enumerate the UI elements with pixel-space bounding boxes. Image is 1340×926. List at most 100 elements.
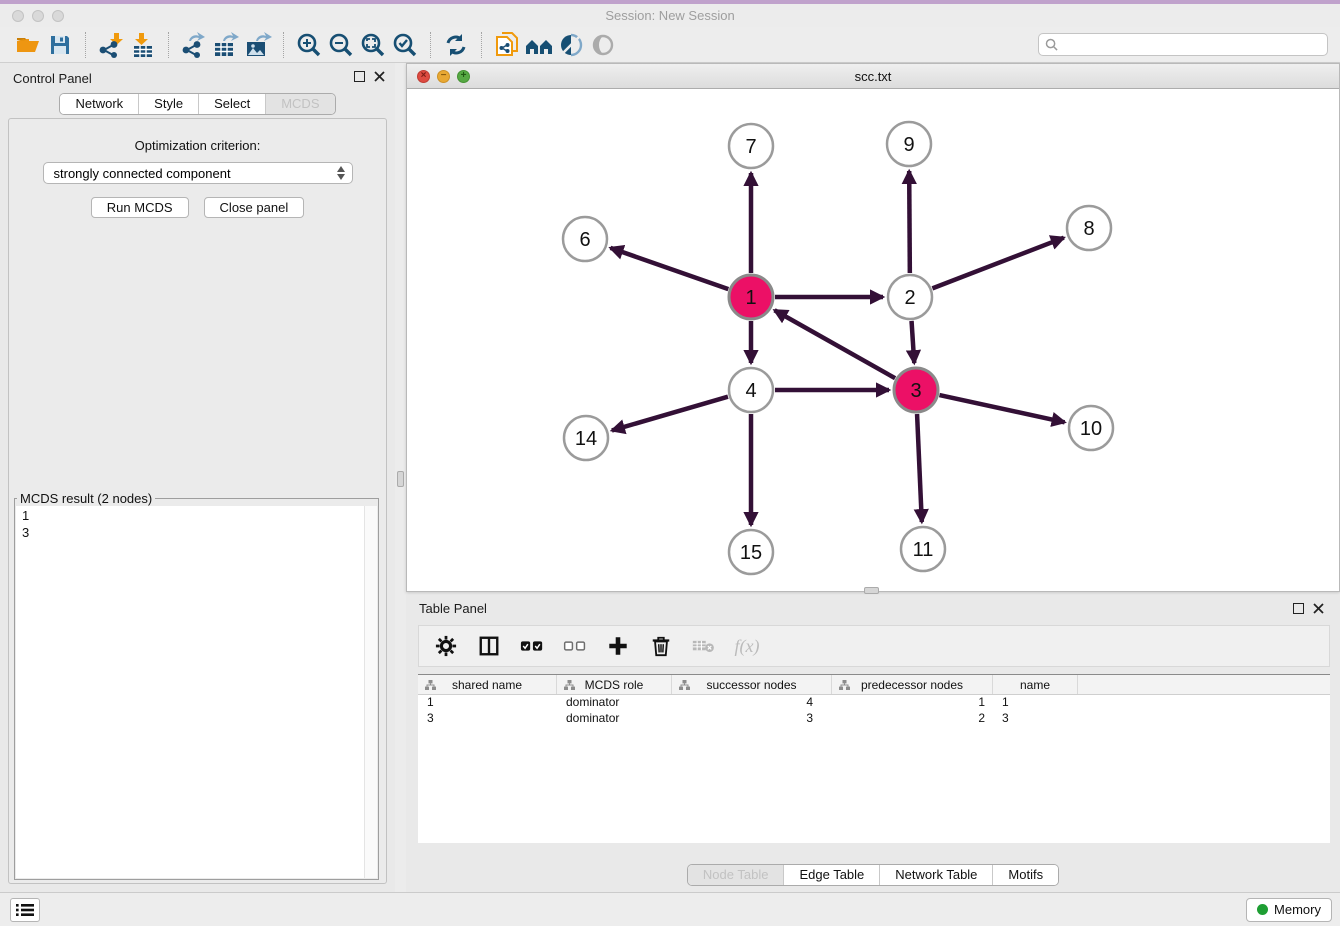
select-all-columns-button[interactable] — [520, 634, 544, 658]
graph-node-label: 8 — [1083, 218, 1094, 240]
zoom-out-button[interactable] — [325, 30, 357, 60]
delete-table-button[interactable] — [692, 634, 716, 658]
graph-node-label: 9 — [903, 134, 914, 156]
export-network-button[interactable] — [178, 30, 210, 60]
table-cell[interactable]: 3 — [418, 711, 557, 727]
network-graph: 7968124314101511 — [407, 89, 1339, 591]
column-header-name[interactable]: name — [993, 675, 1078, 694]
delete-columns-button[interactable] — [649, 634, 673, 658]
network-view-window: scc.txt × − + 7 — [406, 63, 1340, 592]
fx-icon: f(x) — [735, 636, 760, 657]
vizmapper-button[interactable] — [555, 30, 587, 60]
deselect-all-icon — [563, 637, 587, 655]
refresh-icon — [443, 32, 469, 58]
table-cell[interactable]: 3 — [993, 711, 1078, 727]
table-cell[interactable]: 3 — [672, 711, 832, 727]
export-table-button[interactable] — [210, 30, 242, 60]
graph-node-label: 10 — [1080, 418, 1102, 440]
splitter-handle-horizontal[interactable] — [864, 587, 879, 594]
mcds-result-text[interactable]: 1 3 — [16, 506, 377, 878]
main-toolbar — [0, 27, 1340, 63]
graph-edge[interactable] — [612, 397, 728, 431]
zoom-in-button[interactable] — [293, 30, 325, 60]
criterion-value: strongly connected component — [54, 166, 231, 181]
graph-edge[interactable] — [932, 238, 1063, 289]
run-mcds-button[interactable]: Run MCDS — [91, 197, 189, 218]
close-panel-button[interactable]: Close panel — [204, 197, 305, 218]
open-session-button[interactable] — [12, 30, 44, 60]
show-task-history-button[interactable] — [10, 898, 40, 922]
column-type-icon — [679, 680, 690, 690]
tab-style[interactable]: Style — [139, 94, 199, 114]
toolbar-separator — [168, 32, 169, 58]
export-table-icon — [212, 32, 240, 58]
table-cell[interactable]: dominator — [557, 711, 672, 727]
tab-motifs[interactable]: Motifs — [993, 865, 1058, 885]
table-row[interactable]: 1dominator411 — [418, 695, 1330, 711]
splitter-handle-vertical[interactable] — [397, 471, 404, 487]
criterion-select[interactable]: strongly connected component — [43, 162, 353, 184]
graph-edge[interactable] — [939, 395, 1064, 422]
refresh-layout-button[interactable] — [440, 30, 472, 60]
table-cell[interactable]: 4 — [672, 695, 832, 711]
home-icon — [524, 33, 554, 57]
tab-mcds[interactable]: MCDS — [266, 94, 334, 114]
table-cell[interactable]: 1 — [832, 695, 993, 711]
graph-edge[interactable] — [917, 414, 922, 522]
table-cell[interactable]: 1 — [418, 695, 557, 711]
home-layout-button[interactable] — [523, 30, 555, 60]
table-cell[interactable]: 1 — [993, 695, 1078, 711]
tab-select[interactable]: Select — [199, 94, 266, 114]
column-header-shared-name[interactable]: shared name — [418, 675, 557, 694]
column-header-mcds-role[interactable]: MCDS role — [557, 675, 672, 694]
column-header-predecessor-nodes[interactable]: predecessor nodes — [832, 675, 993, 694]
close-table-panel-icon[interactable] — [1313, 603, 1324, 614]
deselect-all-columns-button[interactable] — [563, 634, 587, 658]
table-panel-header: Table Panel — [406, 595, 1340, 622]
tab-node-table[interactable]: Node Table — [688, 865, 785, 885]
toolbar-separator — [430, 32, 431, 58]
zoom-selected-button[interactable] — [389, 30, 421, 60]
toolbar-separator — [481, 32, 482, 58]
plus-icon — [607, 635, 629, 657]
task-list-icon — [16, 903, 34, 917]
import-table-button[interactable] — [127, 30, 159, 60]
column-header-successor-nodes[interactable]: successor nodes — [672, 675, 832, 694]
float-table-panel-icon[interactable] — [1293, 603, 1304, 614]
table-settings-button[interactable] — [434, 634, 458, 658]
search-input[interactable] — [1062, 38, 1321, 52]
add-column-button[interactable] — [606, 634, 630, 658]
toolbar-separator — [283, 32, 284, 58]
network-window-titlebar: scc.txt × − + — [407, 64, 1339, 89]
table-cell[interactable]: 2 — [832, 711, 993, 727]
table-cell[interactable]: dominator — [557, 695, 672, 711]
graph-edge[interactable] — [775, 310, 896, 378]
node-table-header: shared name MCDS role successor nodes — [418, 675, 1330, 695]
export-image-button[interactable] — [242, 30, 274, 60]
zoom-fit-button[interactable] — [357, 30, 389, 60]
trash-icon — [650, 635, 672, 657]
memory-button[interactable]: Memory — [1246, 898, 1332, 922]
function-builder-button[interactable]: f(x) — [735, 634, 759, 658]
float-panel-icon[interactable] — [354, 71, 365, 82]
graph-edge[interactable] — [909, 171, 910, 273]
table-toolbar: f(x) — [418, 625, 1330, 667]
result-scrollbar[interactable] — [364, 506, 377, 878]
network-document-button[interactable] — [491, 30, 523, 60]
tab-network-table[interactable]: Network Table — [880, 865, 993, 885]
import-network-button[interactable] — [95, 30, 127, 60]
show-column-panel-button[interactable] — [477, 634, 501, 658]
close-panel-icon[interactable] — [374, 71, 385, 82]
delete-table-icon — [692, 636, 716, 656]
save-session-button[interactable] — [44, 30, 76, 60]
mcds-result-legend: MCDS result (2 nodes) — [17, 491, 155, 506]
tab-edge-table[interactable]: Edge Table — [784, 865, 880, 885]
memory-label: Memory — [1274, 902, 1321, 917]
graph-edge[interactable] — [610, 248, 728, 289]
network-canvas[interactable]: 7968124314101511 — [407, 89, 1339, 591]
graph-edge[interactable] — [912, 321, 915, 363]
graph-node-label: 6 — [579, 229, 590, 251]
tab-network[interactable]: Network — [60, 94, 139, 114]
show-graphics-details-button[interactable] — [587, 30, 619, 60]
table-row[interactable]: 3dominator323 — [418, 711, 1330, 727]
